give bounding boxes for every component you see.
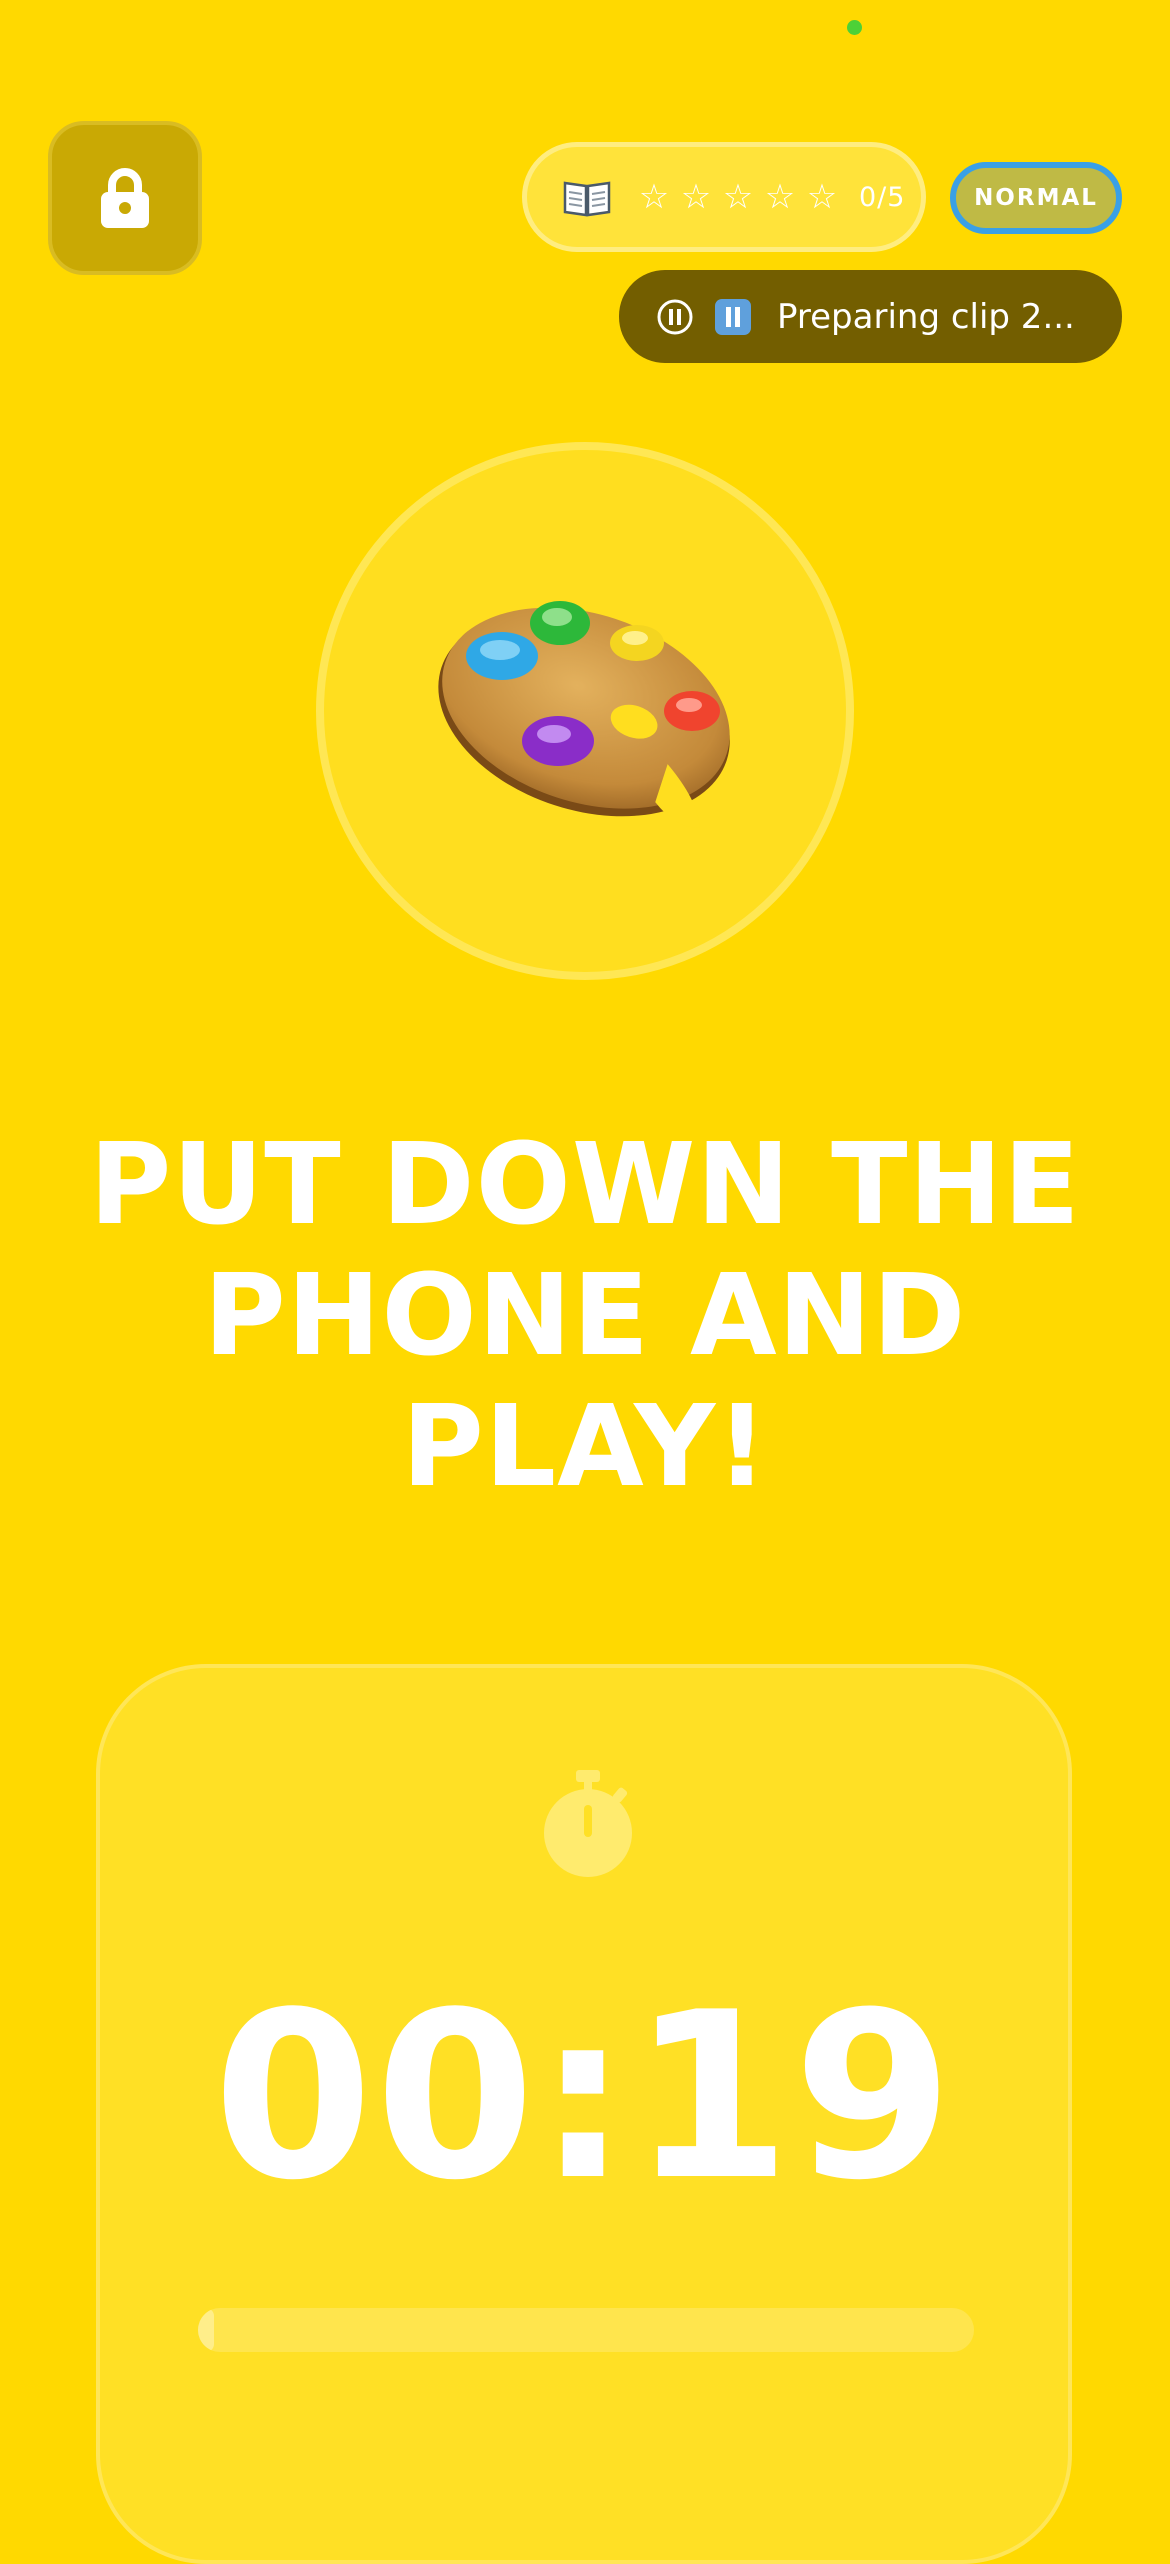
progress-pill: ☆ ☆ ☆ ☆ ☆ 0/5 xyxy=(522,142,926,252)
timer-progress-fill xyxy=(198,2308,214,2352)
timer-progress-bar xyxy=(198,2308,974,2352)
star-icon: ☆ xyxy=(806,177,838,217)
star-icon: ☆ xyxy=(638,177,670,217)
headline: PUT DOWN THE PHONE AND PLAY! xyxy=(89,1120,1081,1512)
artist-palette-icon xyxy=(438,601,730,828)
lock-icon xyxy=(101,168,149,228)
status-indicator-dot xyxy=(847,20,862,35)
star-icon: ☆ xyxy=(722,177,754,217)
stopwatch-icon xyxy=(544,1770,632,1877)
star-icon: ☆ xyxy=(764,177,796,217)
timer-card: 00:19 xyxy=(96,1664,1072,2564)
star-rating: ☆ ☆ ☆ ☆ ☆ xyxy=(637,180,839,214)
mode-badge[interactable]: NORMAL xyxy=(950,162,1122,234)
clip-status-label: Preparing clip 2... xyxy=(777,296,1075,337)
pause-circle-icon xyxy=(657,299,693,334)
star-icon: ☆ xyxy=(680,177,712,217)
clip-status-pill[interactable]: Preparing clip 2... xyxy=(619,270,1122,363)
lock-button[interactable] xyxy=(48,121,202,275)
timer-value: 00:19 xyxy=(212,1964,956,2231)
book-icon xyxy=(563,181,611,217)
activity-circle xyxy=(316,442,854,980)
progress-count: 0/5 xyxy=(859,181,906,213)
pause-button-icon xyxy=(715,298,751,335)
